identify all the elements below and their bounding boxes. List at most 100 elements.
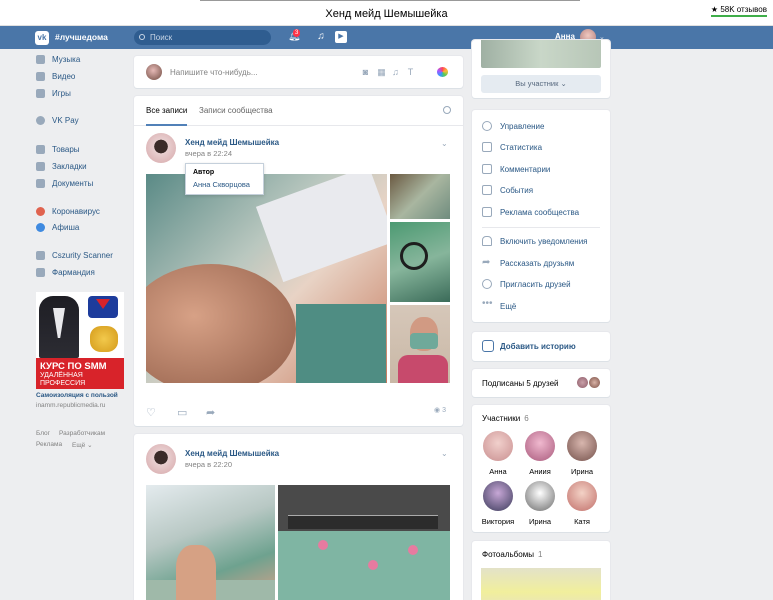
sidebar-item-label: Cszurity Scanner [52, 251, 113, 260]
albums-card: Фотоальбомы 1 [472, 541, 610, 600]
share-icon[interactable]: ➦ [206, 406, 215, 419]
community-cover-card: Вы участник ⌄ [472, 40, 610, 98]
vk-logo-icon[interactable]: vk [35, 31, 49, 45]
sidebar-item-coronavirus[interactable]: Коронавирус [36, 205, 100, 218]
ad-banner[interactable]: КУРС ПО SMM УДАЛЁННАЯ ПРОФЕССИЯ [36, 292, 124, 389]
post-date[interactable]: вчера в 22:24 [185, 149, 232, 158]
text-format-icon[interactable]: T [405, 67, 416, 77]
more-icon: ••• [482, 298, 493, 309]
add-story-card[interactable]: Добавить историю [472, 332, 610, 361]
member-item[interactable]: Ирина [565, 431, 599, 476]
avatar[interactable] [146, 444, 176, 474]
footer-link-developers[interactable]: Разработчикам [59, 430, 105, 437]
window-titlebar: Хенд мейд Шемышейка ★ 58K отзывов [0, 0, 773, 26]
ad-subline: УДАЛЁННАЯ ПРОФЕССИЯ [40, 372, 86, 387]
menu-item-share[interactable]: ➦ Рассказать друзьям [482, 258, 574, 268]
menu-item-label: События [500, 185, 534, 195]
album-cover-image[interactable] [481, 568, 601, 600]
play-icon[interactable]: ▶ [335, 31, 347, 43]
footer-more-label: Ещё [72, 442, 86, 449]
avatar [525, 481, 555, 511]
like-icon[interactable]: ♡ [146, 406, 156, 419]
post-photo-mask-1[interactable] [390, 174, 450, 219]
eye-icon: ◉ [434, 407, 441, 414]
members-header[interactable]: Участники 6 [482, 414, 529, 423]
footer-link-blog[interactable]: Блог [36, 430, 50, 437]
post-photo-mask-2[interactable] [390, 222, 450, 302]
post-author[interactable]: Хенд мейд Шемышейка [185, 138, 279, 147]
menu-item-notifications[interactable]: Включить уведомления [482, 236, 588, 246]
menu-divider [482, 227, 600, 228]
sidebar-item-label: VK Pay [52, 116, 79, 125]
menu-item-invite[interactable]: Пригласить друзей [482, 279, 571, 289]
chevron-down-icon: ⌄ [87, 442, 93, 449]
sidebar-item-label: Афиша [52, 223, 80, 232]
footer-link-more[interactable]: Ещё ⌄ [72, 441, 93, 449]
sidebar-item-documents[interactable]: Документы [36, 177, 93, 190]
sidebar-item-music[interactable]: Музыка [36, 53, 80, 66]
music-icon[interactable]: ♫ [315, 31, 327, 43]
sidebar-item-video[interactable]: Видео [36, 70, 75, 83]
apps-icon [36, 268, 45, 277]
friends-subscribed-card[interactable]: Подписаны 5 друзей [472, 369, 610, 397]
search-icon[interactable] [443, 106, 451, 114]
ad-title[interactable]: Самоизоляция с пользой [36, 392, 118, 399]
albums-header[interactable]: Фотоальбомы 1 [482, 550, 542, 559]
community-actions-menu: Управление Статистика Комментарии Событи… [472, 110, 610, 322]
views-value: 3 [442, 407, 446, 414]
menu-item-more[interactable]: ••• Ещё [482, 298, 516, 311]
avatar [588, 376, 601, 389]
tooltip-author-name[interactable]: Анна Скворцова [193, 180, 256, 189]
menu-item-manage[interactable]: Управление [482, 121, 544, 131]
tab-all-posts[interactable]: Все записи [146, 106, 188, 126]
menu-item-ads[interactable]: Реклама сообщества [482, 207, 579, 217]
member-item[interactable]: Анна [481, 431, 515, 476]
camera-icon[interactable]: ◙ [360, 67, 371, 77]
footer-link-ads[interactable]: Реклама [36, 441, 62, 448]
member-item[interactable]: Аниия [523, 431, 557, 476]
chevron-down-icon[interactable]: ⌄ [441, 139, 448, 148]
chart-icon [482, 142, 492, 152]
menu-item-comments[interactable]: Комментарии [482, 164, 550, 174]
music-icon[interactable]: ♫ [390, 67, 401, 77]
tab-community-posts[interactable]: Записи сообщества [199, 106, 273, 115]
community-cover-image [481, 40, 601, 68]
post-photo-woman[interactable] [390, 305, 450, 383]
member-item[interactable]: Виктория [481, 481, 515, 526]
post-composer[interactable]: Напишите что-нибудь... ◙ ▦ ♫ T [134, 56, 463, 88]
post-photo-sewing[interactable] [146, 485, 275, 600]
composer-placeholder[interactable]: Напишите что-нибудь... [170, 68, 258, 77]
comment-icon[interactable]: ▭ [177, 406, 187, 419]
menu-item-events[interactable]: События [482, 185, 533, 195]
search-input[interactable]: Поиск [134, 30, 271, 45]
sidebar-item-bookmarks[interactable]: Закладки [36, 160, 87, 173]
member-item[interactable]: Катя [565, 481, 599, 526]
slippers-image [90, 326, 118, 352]
post-author[interactable]: Хенд мейд Шемышейка [185, 449, 279, 458]
video-icon[interactable]: ▦ [376, 67, 387, 77]
menu-item-stats[interactable]: Статистика [482, 142, 542, 152]
avatar [483, 431, 513, 461]
gamepad-icon [36, 89, 45, 98]
sidebar-item-games[interactable]: Игры [36, 87, 71, 100]
avatar [146, 64, 162, 80]
member-button[interactable]: Вы участник ⌄ [481, 75, 601, 93]
sidebar-item-afisha[interactable]: Афиша [36, 221, 79, 234]
palette-icon[interactable] [437, 67, 448, 77]
post-date[interactable]: вчера в 22:20 [185, 460, 232, 469]
post-photo-main[interactable] [146, 174, 387, 383]
post-photo-fabric[interactable] [278, 485, 450, 600]
wall-tabs: Все записи Записи сообщества [134, 96, 463, 126]
search-placeholder: Поиск [150, 33, 173, 42]
sidebar-item-vkpay[interactable]: VK Pay [36, 114, 79, 127]
app-name[interactable]: #лучшедома [55, 32, 108, 42]
titlebar-line [200, 0, 580, 1]
sidebar-item-scanner[interactable]: Cszurity Scanner [36, 249, 113, 262]
member-item[interactable]: Ирина [523, 481, 557, 526]
sidebar-item-goods[interactable]: Товары [36, 143, 80, 156]
reviews-badge[interactable]: ★ 58K отзывов [710, 5, 767, 17]
sidebar-item-farmandia[interactable]: Фармандия [36, 266, 95, 279]
chevron-down-icon[interactable]: ⌄ [441, 449, 448, 458]
avatar[interactable] [146, 133, 176, 163]
megaphone-icon [482, 207, 492, 217]
